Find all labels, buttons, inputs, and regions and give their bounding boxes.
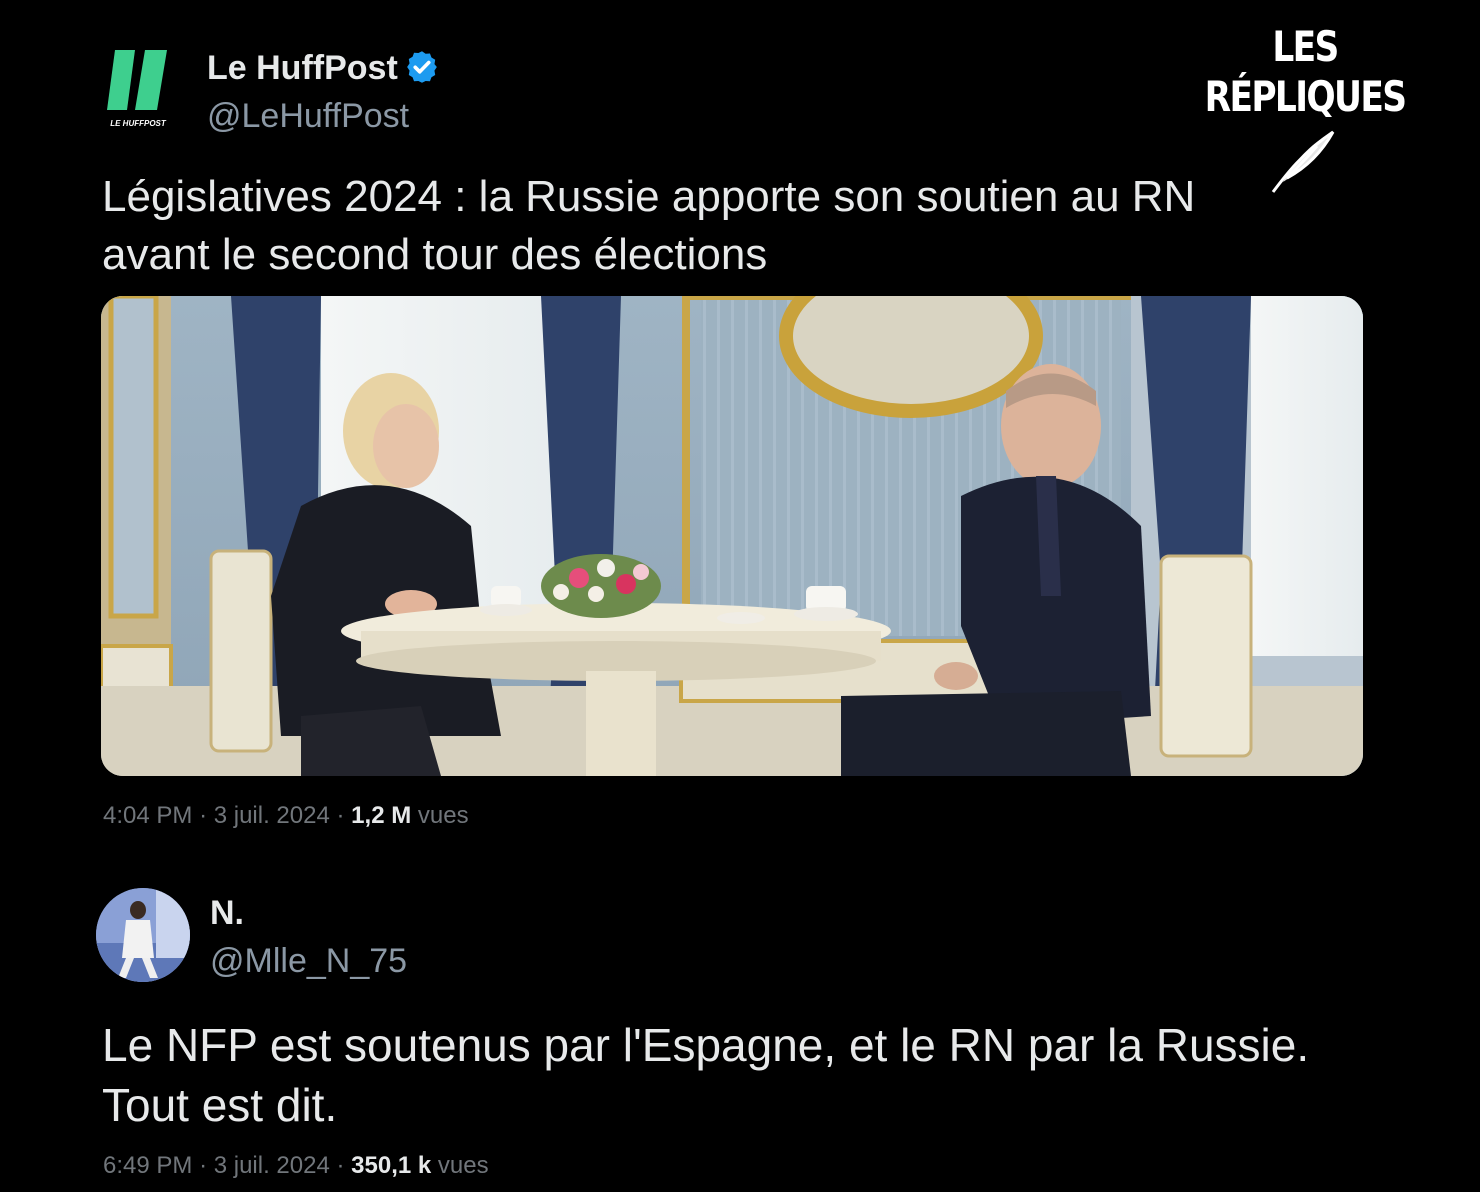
meta-separator: · bbox=[199, 1152, 208, 1179]
tweet-text-line: Législatives 2024 : la Russie apporte so… bbox=[102, 172, 1196, 221]
verified-badge-icon bbox=[406, 51, 437, 83]
meta-separator: · bbox=[199, 802, 208, 829]
tweet-header: N. @Mlle_N_75 bbox=[210, 893, 407, 981]
tweet-text-line: Tout est dit. bbox=[102, 1079, 338, 1131]
avatar-image bbox=[96, 888, 190, 982]
tweet-meta: 4:04 PM · 3 juil. 2024 · 1,2 M vues bbox=[103, 801, 469, 831]
svg-text:LE HUFFPOST: LE HUFFPOST bbox=[110, 119, 167, 128]
tweet-text-line: Le NFP est soutenus par l'Espagne, et le… bbox=[102, 1019, 1310, 1071]
author-handle[interactable]: @LeHuffPost bbox=[207, 96, 440, 136]
tweet-meta: 6:49 PM · 3 juil. 2024 · 350,1 k vues bbox=[103, 1151, 489, 1181]
author-name[interactable]: Le HuffPost bbox=[207, 49, 398, 87]
meta-separator: · bbox=[336, 802, 345, 829]
tweet-text: Le NFP est soutenus par l'Espagne, et le… bbox=[102, 1015, 1472, 1135]
tweet-photo-image bbox=[101, 296, 1363, 776]
author-name[interactable]: N. bbox=[210, 893, 407, 933]
avatar[interactable] bbox=[96, 888, 190, 982]
tweet-date[interactable]: 3 juil. 2024 bbox=[214, 802, 330, 829]
tweet-text: Législatives 2024 : la Russie apporte so… bbox=[102, 168, 1402, 284]
tweet-photo[interactable] bbox=[101, 296, 1363, 776]
views-count: 1,2 M bbox=[351, 802, 412, 829]
tweet-time[interactable]: 6:49 PM bbox=[103, 1152, 192, 1179]
watermark-text: LES RÉPLIQUES bbox=[1204, 22, 1408, 121]
views-label[interactable]: vues bbox=[438, 1152, 489, 1179]
author-handle[interactable]: @Mlle_N_75 bbox=[210, 941, 407, 981]
huffpost-logo[interactable]: LE HUFFPOST bbox=[105, 50, 171, 132]
tweet-text-line: avant le second tour des élections bbox=[102, 230, 768, 279]
views-label[interactable]: vues bbox=[418, 802, 469, 829]
tweet-header: Le HuffPost @LeHuffPost bbox=[207, 48, 440, 136]
meta-separator: · bbox=[336, 1152, 345, 1179]
views-count: 350,1 k bbox=[351, 1152, 432, 1179]
tweet-time[interactable]: 4:04 PM bbox=[103, 802, 192, 829]
huffpost-logo-mark: LE HUFFPOST bbox=[107, 50, 167, 128]
tweet-date[interactable]: 3 juil. 2024 bbox=[214, 1152, 330, 1179]
